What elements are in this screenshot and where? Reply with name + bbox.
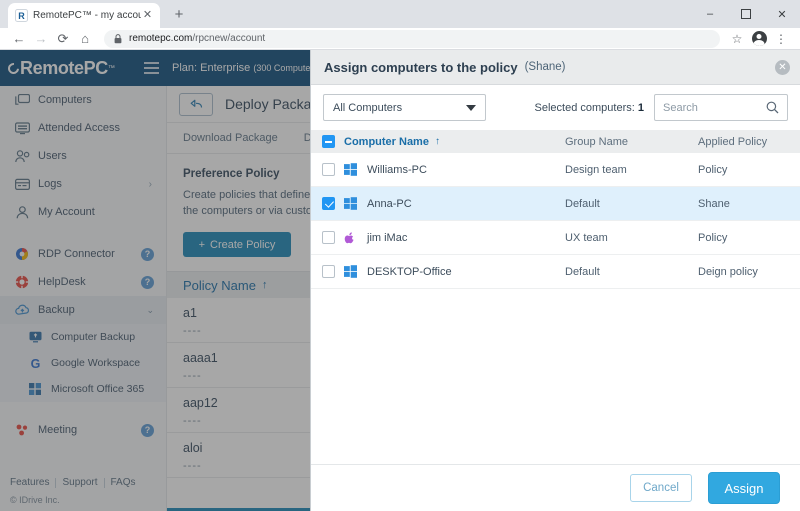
- cell-applied-policy: Shane: [698, 198, 798, 210]
- search-box[interactable]: [654, 94, 788, 121]
- modal-header: Assign computers to the policy (Shane) ✕: [311, 50, 800, 85]
- search-icon[interactable]: [766, 101, 779, 114]
- table-row[interactable]: Williams-PC Design team Policy: [311, 153, 800, 187]
- column-computer-name[interactable]: Computer Name ↑: [322, 135, 565, 148]
- close-icon[interactable]: ✕: [775, 60, 790, 75]
- column-applied-policy[interactable]: Applied Policy: [698, 136, 798, 148]
- modal-toolbar: All Computers Selected computers: 1: [311, 85, 800, 130]
- window-controls: – ✕: [692, 0, 800, 28]
- modal-footer: Cancel Assign: [311, 464, 800, 511]
- cancel-button[interactable]: Cancel: [630, 474, 692, 502]
- computer-name-text: jim iMac: [367, 232, 407, 244]
- back-nav-icon[interactable]: ←: [8, 29, 30, 49]
- tab-close-icon[interactable]: ✕: [141, 9, 154, 22]
- browser-toolbar: ← → ⟳ ⌂ remotepc.com/rpcnew/account ☆ ⋮: [0, 28, 800, 50]
- computer-filter-value: All Computers: [333, 102, 402, 114]
- assign-button-highlight: Assign: [702, 466, 786, 510]
- row-checkbox[interactable]: [322, 231, 335, 244]
- cell-applied-policy: Policy: [698, 232, 798, 244]
- profile-avatar-icon[interactable]: [748, 29, 770, 49]
- apple-icon: [344, 231, 358, 244]
- selected-computers-count: Selected computers: 1: [535, 102, 644, 114]
- computer-name-text: Williams-PC: [367, 164, 427, 176]
- cell-computer-name: Williams-PC: [322, 163, 565, 176]
- cell-computer-name: Anna-PC: [322, 197, 565, 210]
- cell-computer-name: DESKTOP-Office: [322, 265, 565, 278]
- cell-applied-policy: Policy: [698, 164, 798, 176]
- remotepc-favicon-icon: R: [14, 9, 28, 23]
- column-header-label: Computer Name: [344, 136, 429, 148]
- cell-group-name: Default: [565, 198, 698, 210]
- browser-tab-strip: R RemotePC™ - my account inform ✕ + – ✕: [0, 0, 800, 28]
- browser-tab[interactable]: R RemotePC™ - my account inform ✕: [8, 3, 160, 28]
- windows-icon: [344, 163, 358, 176]
- browser-tab-title: RemotePC™ - my account inform: [33, 10, 141, 21]
- computer-name-text: DESKTOP-Office: [367, 266, 452, 278]
- search-input[interactable]: [663, 102, 766, 114]
- sort-ascending-icon: ↑: [435, 136, 440, 147]
- web-page: RemotePC™ Plan: Enterprise (300 Computer…: [0, 50, 800, 511]
- forward-nav-icon[interactable]: →: [30, 29, 52, 49]
- window-minimize-button[interactable]: –: [692, 0, 728, 28]
- address-bar[interactable]: remotepc.com/rpcnew/account: [104, 30, 720, 48]
- svg-text:R: R: [18, 11, 25, 21]
- assign-computers-modal: Assign computers to the policy (Shane) ✕…: [310, 50, 800, 511]
- table-row[interactable]: Anna-PC Default Shane: [311, 187, 800, 221]
- computers-table: Computer Name ↑ Group Name Applied Polic…: [311, 130, 800, 464]
- modal-title: Assign computers to the policy: [324, 60, 518, 75]
- bookmark-star-icon[interactable]: ☆: [726, 29, 748, 49]
- row-checkbox[interactable]: [322, 265, 335, 278]
- address-bar-url: remotepc.com/rpcnew/account: [129, 33, 265, 44]
- assign-button[interactable]: Assign: [708, 472, 780, 504]
- chevron-down-icon: [466, 105, 476, 111]
- computer-name-text: Anna-PC: [367, 198, 412, 210]
- windows-icon: [344, 197, 358, 210]
- cell-group-name: Design team: [565, 164, 698, 176]
- home-icon[interactable]: ⌂: [74, 29, 96, 49]
- select-all-checkbox[interactable]: [322, 135, 335, 148]
- cell-group-name: UX team: [565, 232, 698, 244]
- computer-filter-select[interactable]: All Computers: [323, 94, 486, 121]
- window-maximize-button[interactable]: [728, 0, 764, 28]
- screenshot-root: R RemotePC™ - my account inform ✕ + – ✕ …: [0, 0, 800, 511]
- table-row[interactable]: jim iMac UX team Policy: [311, 221, 800, 255]
- windows-icon: [344, 265, 358, 278]
- row-checkbox[interactable]: [322, 197, 335, 210]
- modal-subtitle: (Shane): [525, 61, 566, 73]
- cell-group-name: Default: [565, 266, 698, 278]
- lock-icon: [112, 33, 123, 44]
- cell-applied-policy: Deign policy: [698, 266, 798, 278]
- window-close-button[interactable]: ✕: [764, 0, 800, 28]
- reload-icon[interactable]: ⟳: [52, 29, 74, 49]
- table-row[interactable]: DESKTOP-Office Default Deign policy: [311, 255, 800, 289]
- browser-menu-icon[interactable]: ⋮: [770, 29, 792, 49]
- row-checkbox[interactable]: [322, 163, 335, 176]
- table-header-row: Computer Name ↑ Group Name Applied Polic…: [311, 130, 800, 153]
- new-tab-button[interactable]: +: [166, 2, 192, 27]
- column-group-name[interactable]: Group Name: [565, 136, 698, 148]
- cell-computer-name: jim iMac: [322, 231, 565, 244]
